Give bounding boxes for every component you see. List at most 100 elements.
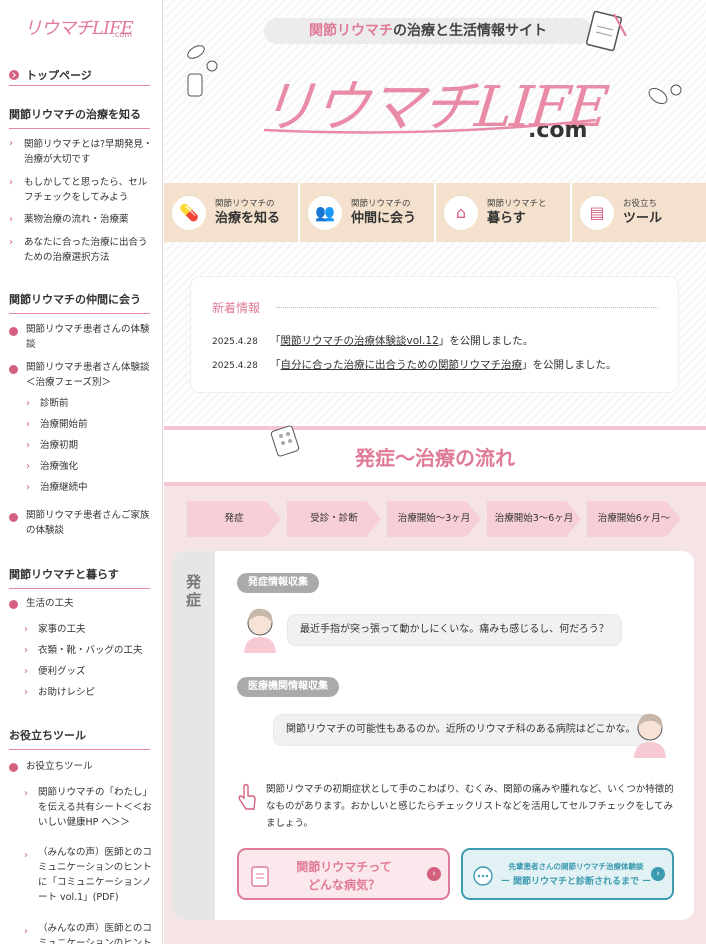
chevron-right-icon: › — [26, 440, 30, 451]
chevron-right-icon: › — [24, 645, 28, 656]
sidebar-item[interactable]: 関節リウマチ患者さんご家族の体験談 — [26, 508, 154, 538]
chevron-right-icon: › — [9, 138, 13, 149]
nav-tile-sub: 関節リウマチの — [215, 199, 275, 209]
sidebar-item[interactable]: 生活の工夫 — [26, 596, 74, 611]
nav-tile-sub: お役立ち — [623, 199, 658, 209]
pill-onset-info: 発症情報収集 — [237, 573, 319, 593]
circle-bullet-icon — [9, 763, 18, 772]
site-logo[interactable]: リウマチLIFE .com — [256, 62, 620, 152]
sidebar-top-label: トップページ — [26, 68, 92, 82]
flow-section-header: 発症〜治療の流れ — [164, 425, 706, 486]
news-link[interactable]: 自分に合った治療に出合うための関節リウマチ治療 — [281, 359, 523, 371]
sidebar-subitem[interactable]: 診断前 — [40, 396, 69, 411]
nav-tile-sub: 関節リウマチの — [351, 199, 411, 209]
circle-bullet-icon — [9, 600, 18, 609]
sidebar-heading-peers: 関節リウマチの仲間に会う — [9, 291, 150, 314]
button-line: どんな病気？ — [307, 878, 380, 892]
logo-swoosh — [263, 118, 597, 134]
flow-heading: 発症〜治療の流れ — [355, 446, 515, 470]
sidebar-top-link[interactable]: トップページ — [9, 64, 150, 86]
sidebar: リウマチLIFE .com トップページ 関節リウマチの治療を知る › 関節リウ… — [0, 0, 163, 944]
chevron-right-icon: › — [26, 482, 30, 493]
patient-avatar-icon — [244, 608, 276, 653]
sidebar-heading-living: 関節リウマチと暮らす — [9, 566, 150, 589]
chevron-right-icon: › — [427, 867, 441, 881]
news-link[interactable]: 関節リウマチの治療体験談vol.12 — [281, 335, 439, 347]
chevron-right-icon: › — [9, 237, 13, 248]
news-bracket: 「 — [270, 359, 281, 371]
sidebar-item[interactable]: 薬物治療の流れ・治療薬 — [24, 212, 154, 227]
sidebar-subitem[interactable]: 治療継続中 — [40, 480, 88, 495]
flow-step[interactable]: 受診・診断 — [287, 501, 381, 537]
flow-step[interactable]: 発症 — [187, 501, 281, 537]
news-item: 2025.4.28 「関節リウマチの治療体験談vol.12」を公開しました。 — [212, 333, 533, 348]
sidebar-item[interactable]: もしかしてと思ったら、セルフチェックをしてみよう — [24, 175, 154, 205]
sidebar-subitem[interactable]: 関節リウマチの「わたし」を伝える共有シート＜＜おいしい健康HP へ＞＞ — [38, 785, 154, 830]
site-logo-small[interactable]: リウマチLIFE .com — [24, 14, 136, 44]
nav-tile-label: 治療を知る — [215, 211, 281, 226]
people-icon: 👥 — [308, 195, 342, 230]
news-divider — [276, 307, 658, 308]
sidebar-subitem[interactable]: 治療強化 — [40, 459, 78, 474]
flow-step[interactable]: 治療開始3〜6ヶ月 — [487, 501, 581, 537]
hand-pointer-icon — [238, 783, 256, 810]
chevron-right-icon: › — [24, 687, 28, 698]
sidebar-subitem[interactable]: 衣類・靴・バッグの工夫 — [38, 643, 143, 658]
chat-icon — [473, 866, 493, 886]
house-icon: ⌂ — [444, 195, 478, 230]
circle-bullet-icon — [9, 513, 18, 522]
chevron-right-icon: › — [24, 666, 28, 677]
chevron-right-icon: › — [26, 398, 30, 409]
chevron-right-icon: › — [9, 177, 13, 188]
chevron-right-icon: › — [9, 214, 13, 225]
phase-label: 発症 — [186, 573, 202, 609]
main-nav: 💊 関節リウマチの 治療を知る 👥 関節リウマチの 仲間に会う ⌂ 関節リウマチと 暮らす … — [164, 183, 706, 242]
what-is-ra-button[interactable]: 関節リウマチって どんな病気？ › — [237, 848, 450, 900]
sidebar-subitem[interactable]: 家事の工夫 — [38, 622, 86, 637]
nav-tile-treatment[interactable]: 💊 関節リウマチの治療を知る — [164, 183, 298, 242]
news-date: 2025.4.28 — [212, 337, 258, 347]
news-suffix: 」を公開しました。 — [522, 359, 617, 371]
phase-label-column: 発症 — [173, 551, 215, 920]
chevron-right-icon: › — [26, 461, 30, 472]
news-item: 2025.4.28 「自分に合った治療に出合うための関節リウマチ治療」を公開しまし… — [212, 357, 617, 372]
sidebar-subitem[interactable]: 治療開始前 — [40, 417, 88, 432]
sidebar-heading-treatment: 関節リウマチの治療を知る — [9, 106, 150, 129]
clipboard-icon — [251, 866, 269, 887]
sidebar-item[interactable]: あなたに合った治療に出合うための治療選択方法 — [24, 235, 154, 265]
nav-tile-label: ツール — [623, 211, 663, 226]
sidebar-item[interactable]: 関節リウマチ患者さんの体験談 — [26, 322, 154, 352]
chevron-right-icon: › — [24, 926, 28, 937]
sidebar-subitem[interactable]: （みんなの声）医師とのコミュニケーションのヒントに「コミュニケーションノート v… — [38, 845, 154, 905]
patient-story-button[interactable]: 先輩患者さんの関節リウマチ治療体験談 ー 関節リウマチと診断されるまで ー › — [461, 848, 674, 900]
site-tagline: 関節リウマチの治療と生活情報サイト — [264, 18, 592, 44]
sidebar-item[interactable]: 関節リウマチとは?早期発見・治療が大切です — [24, 137, 154, 167]
sidebar-heading-tools: お役立ちツール — [9, 727, 150, 750]
nav-tile-peers[interactable]: 👥 関節リウマチの 仲間に会う — [300, 183, 434, 242]
sidebar-subitem[interactable]: 治療初期 — [40, 438, 78, 453]
nav-tile-sub: 関節リウマチと — [487, 199, 547, 209]
nav-tile-tools[interactable]: ▤ お役立ち ツール — [572, 183, 706, 242]
tagline-accent: 関節リウマチ — [309, 23, 393, 39]
sidebar-subitem[interactable]: 便利グッズ — [38, 664, 86, 679]
pills-icon — [187, 45, 218, 97]
sidebar-item[interactable]: 関節リウマチ患者さん体験談＜治療フェーズ別＞ — [26, 360, 154, 390]
arrow-circle-icon — [9, 69, 19, 80]
news-bracket: 「 — [270, 335, 281, 347]
speech-bubble: 関節リウマチの可能性もあるのか。近所のリウマチ科のある病院はどこかな。 — [273, 714, 649, 746]
circle-bullet-icon — [9, 327, 18, 336]
medicine-icon: 💊 — [172, 195, 206, 230]
nav-tile-label: 暮らす — [487, 211, 526, 226]
site-header: 関節リウマチの治療と生活情報サイト リウマチLIFE .com — [164, 0, 706, 183]
nav-tile-living[interactable]: ⌂ 関節リウマチと暮らす — [436, 183, 570, 242]
sidebar-item[interactable]: お役立ちツール — [26, 759, 93, 774]
chevron-right-icon: › — [651, 867, 665, 881]
sidebar-subitem[interactable]: お助けレシピ — [38, 685, 95, 700]
sidebar-subitem[interactable]: （みんなの声）医師とのコミュニケーションのヒント — [38, 921, 154, 944]
flow-step[interactable]: 治療開始〜3ヶ月 — [387, 501, 481, 537]
news-date: 2025.4.28 — [212, 361, 258, 371]
flow-step[interactable]: 治療開始6ヶ月〜 — [587, 501, 681, 537]
speech-bubble: 最近手指が突っ張って動かしにくいな。痛みも感じるし、何だろう？ — [287, 614, 622, 646]
button-line: ー 関節リウマチと診断されるまで ー — [500, 877, 652, 887]
news-heading: 新着情報 — [212, 301, 261, 315]
